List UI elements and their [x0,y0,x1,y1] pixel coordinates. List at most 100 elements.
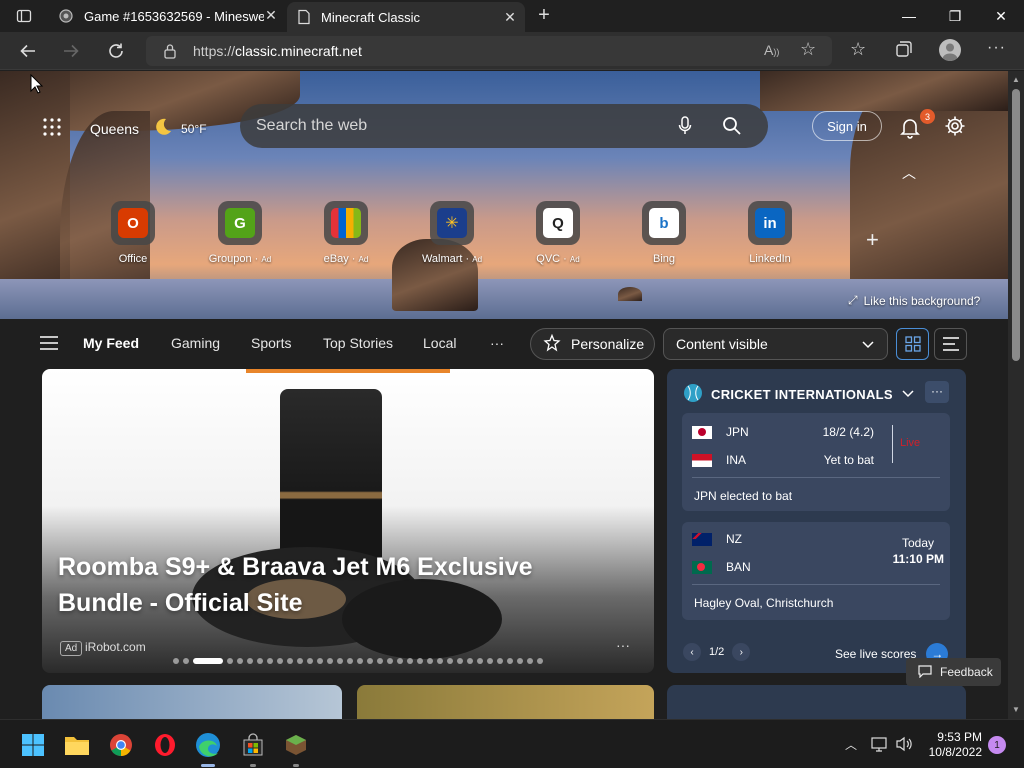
carousel-dot[interactable] [237,658,243,664]
cricket-more-button[interactable]: ··· [925,381,949,403]
carousel-dot[interactable] [397,658,403,664]
carousel-dot[interactable] [467,658,473,664]
back-button[interactable] [14,37,42,65]
carousel-dot[interactable] [427,658,433,664]
weather-widget[interactable]: Queens 50°F [90,117,207,140]
carousel-dot[interactable] [247,658,253,664]
minecraft-icon[interactable] [283,732,309,758]
carousel-dot[interactable] [183,658,189,664]
carousel-dot[interactable] [447,658,453,664]
carousel-dot[interactable] [257,658,263,664]
carousel-dot[interactable] [457,658,463,664]
more-tabs-button[interactable]: ··· [490,335,504,351]
previous-page-button[interactable]: ‹ [683,643,701,661]
match-card-jpn-ina[interactable]: JPN 18/2 (4.2) INA Yet to bat Live JPN e… [682,413,950,511]
list-layout-button[interactable] [934,328,967,360]
carousel-dot[interactable] [437,658,443,664]
vertical-scrollbar[interactable]: ▲ ▼ [1008,71,1024,719]
forward-button[interactable] [57,37,85,65]
close-tab-icon[interactable]: ✕ [264,8,278,22]
close-window-button[interactable]: ✕ [978,0,1024,32]
like-background-link[interactable]: ⤢ Like this background? [848,293,980,308]
carousel-dot[interactable] [287,658,293,664]
tab-my-feed[interactable]: My Feed [83,335,139,351]
carousel-dot[interactable] [173,658,179,664]
carousel-dot[interactable] [527,658,533,664]
favorites-icon[interactable]: ☆ [850,39,866,60]
settings-more-icon[interactable]: ··· [987,39,1006,57]
opera-icon[interactable] [152,732,178,758]
card-more-options-button[interactable]: ··· [616,637,630,653]
carousel-dot[interactable] [347,658,353,664]
add-site-icon[interactable]: + [866,227,879,253]
edge-icon[interactable] [195,732,221,758]
carousel-dot[interactable] [537,658,543,664]
notification-center-badge[interactable]: 1 [988,736,1006,754]
quick-link-groupon[interactable]: G Groupon · Ad [197,201,283,271]
search-icon[interactable] [722,116,742,141]
carousel-dot[interactable] [387,658,393,664]
scroll-up-icon[interactable]: ▲ [1012,75,1020,84]
microsoft-store-icon[interactable] [240,732,266,758]
next-page-button[interactable]: › [732,643,751,661]
collections-icon[interactable] [895,40,913,63]
tab-actions-icon[interactable] [16,8,32,24]
restore-button[interactable]: ❐ [932,0,978,32]
chrome-icon[interactable] [108,732,134,758]
tab-local[interactable]: Local [423,335,456,351]
carousel-dot[interactable] [497,658,503,664]
search-input[interactable]: Search the web [256,117,367,135]
scroll-down-icon[interactable]: ▼ [1012,705,1020,714]
sign-in-button[interactable]: Sign in [812,111,882,141]
carousel-dot[interactable] [317,658,323,664]
quick-link-office[interactable]: O Office [90,201,176,271]
carousel-dot[interactable] [327,658,333,664]
carousel-dot[interactable] [267,658,273,664]
add-favorite-icon[interactable]: ☆ [800,39,816,60]
microphone-icon[interactable] [678,116,692,141]
profile-avatar[interactable] [939,39,961,61]
cricket-header[interactable]: CRICKET INTERNATIONALS [683,383,915,406]
carousel-dot[interactable] [517,658,523,664]
new-tab-button[interactable]: + [534,5,554,26]
carousel-dot[interactable] [367,658,373,664]
gear-icon[interactable] [944,115,966,137]
carousel-dot[interactable] [477,658,483,664]
carousel-dot[interactable] [227,658,233,664]
minimize-button[interactable]: — [886,0,932,32]
close-tab-icon[interactable]: ✕ [503,10,517,24]
grid-layout-button[interactable] [896,328,929,360]
feed-card-ad[interactable]: Roomba S9+ & Braava Jet M6 Exclusive Bun… [42,369,654,673]
carousel-dot[interactable] [407,658,413,664]
volume-icon[interactable] [896,736,914,757]
carousel-dot[interactable] [307,658,313,664]
refresh-button[interactable] [102,37,130,65]
card-headline[interactable]: Roomba S9+ & Braava Jet M6 Exclusive Bun… [58,549,618,621]
carousel-dot[interactable] [297,658,303,664]
lock-icon[interactable] [163,43,177,64]
quick-link-bing[interactable]: b Bing [621,201,707,271]
feedback-button[interactable]: Feedback [906,658,1001,686]
hamburger-menu-icon[interactable] [40,336,58,350]
personalize-button[interactable]: Personalize [530,328,655,360]
tab-gaming[interactable]: Gaming [171,335,220,351]
match-card-nz-ban[interactable]: NZ BAN Today 11:10 PM Hagley Oval, Chris… [682,522,950,620]
tab-minecraft-classic[interactable]: Minecraft Classic ✕ [287,2,525,32]
system-clock[interactable]: 9:53 PM 10/8/2022 [918,730,982,760]
carousel-dot[interactable] [487,658,493,664]
read-aloud-icon[interactable]: A)) [764,42,779,58]
quick-link-linkedin[interactable]: in LinkedIn [727,201,813,271]
windows-start-icon[interactable] [20,732,46,758]
carousel-dot[interactable] [417,658,423,664]
apps-launcher-icon[interactable] [42,117,62,137]
file-explorer-icon[interactable] [64,732,90,758]
collapse-chevron-icon[interactable]: ︿ [902,163,916,183]
carousel-dot[interactable] [507,658,513,664]
carousel-dot[interactable] [277,658,283,664]
carousel-dot[interactable] [193,658,223,664]
quick-link-walmart[interactable]: ✳ Walmart · Ad [409,201,495,271]
show-hidden-icons-chevron-icon[interactable]: ︿ [845,736,857,753]
carousel-dot[interactable] [337,658,343,664]
carousel-dot[interactable] [357,658,363,664]
tab-sports[interactable]: Sports [251,335,291,351]
